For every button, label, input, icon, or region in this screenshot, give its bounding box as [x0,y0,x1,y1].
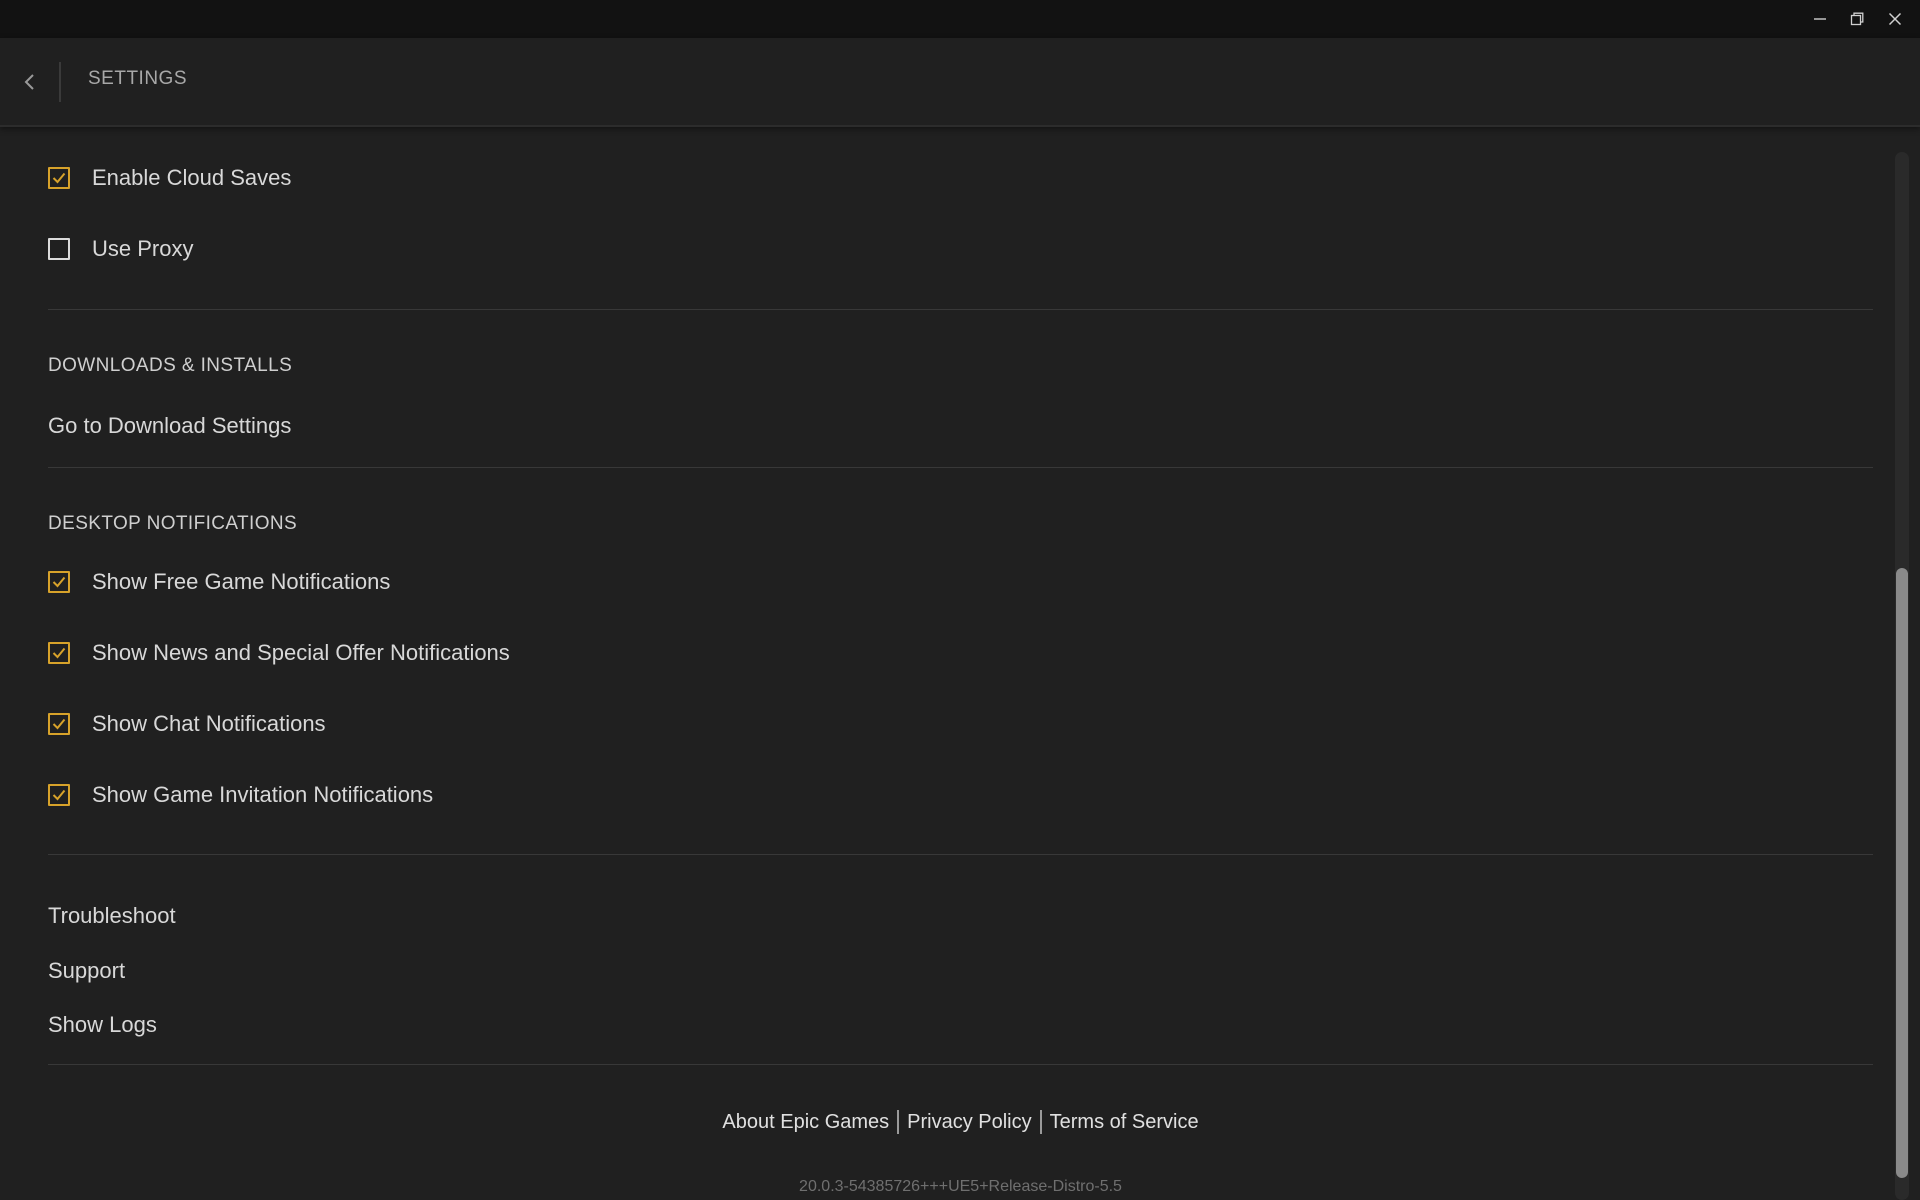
support-link[interactable]: Support [48,958,125,984]
show-logs-link[interactable]: Show Logs [48,1012,157,1038]
close-icon [1888,12,1902,26]
use-proxy-option[interactable]: Use Proxy [48,229,193,269]
news-offer-notifications-option[interactable]: Show News and Special Offer Notification… [48,633,510,673]
restore-button[interactable] [1838,0,1876,38]
close-button[interactable] [1876,0,1914,38]
restore-icon [1850,12,1864,26]
enable-cloud-saves-option[interactable]: Enable Cloud Saves [48,158,291,198]
footer-separator [1039,1110,1042,1134]
use-proxy-label: Use Proxy [92,236,194,261]
checkmark-icon [52,576,66,588]
checkmark-icon [52,789,66,801]
chevron-left-icon [24,74,34,90]
settings-content: Enable Cloud Saves Use Proxy DOWNLOADS &… [48,127,1873,1200]
scrollbar-thumb[interactable] [1896,568,1908,1178]
minimize-icon [1814,18,1826,20]
settings-header: SETTINGS [0,38,1920,127]
minimize-button[interactable] [1801,0,1839,38]
checkmark-icon [52,647,66,659]
checkmark-icon [52,172,66,184]
free-game-notifications-checkbox[interactable] [48,571,70,593]
enable-cloud-saves-checkbox[interactable] [48,167,70,189]
chat-notifications-checkbox[interactable] [48,713,70,735]
use-proxy-checkbox[interactable] [48,238,70,260]
chat-notifications-label: Show Chat Notifications [92,711,326,736]
about-epic-games-link[interactable]: About Epic Games [722,1111,889,1134]
downloads-section-title: DOWNLOADS & INSTALLS [48,355,293,376]
troubleshoot-link[interactable]: Troubleshoot [48,903,176,929]
terms-of-service-link[interactable]: Terms of Service [1050,1111,1199,1134]
checkmark-icon [52,718,66,730]
news-offer-notifications-label: Show News and Special Offer Notification… [92,640,510,665]
game-invitation-notifications-option[interactable]: Show Game Invitation Notifications [48,775,433,815]
section-divider [48,309,1873,310]
chat-notifications-option[interactable]: Show Chat Notifications [48,704,326,744]
privacy-policy-link[interactable]: Privacy Policy [907,1111,1031,1134]
game-invitation-notifications-label: Show Game Invitation Notifications [92,782,434,807]
footer-separator [897,1110,900,1134]
section-divider [48,854,1873,855]
free-game-notifications-label: Show Free Game Notifications [92,569,391,594]
notifications-section-title: DESKTOP NOTIFICATIONS [48,513,298,534]
footer-links: About Epic Games Privacy Policy Terms of… [48,1110,1873,1134]
news-offer-notifications-checkbox[interactable] [48,642,70,664]
page-title: SETTINGS [88,68,188,89]
game-invitation-notifications-checkbox[interactable] [48,784,70,806]
back-button[interactable] [14,66,46,98]
header-divider [59,62,61,102]
section-divider [48,1064,1873,1065]
go-to-download-settings-link[interactable]: Go to Download Settings [48,413,291,439]
window-titlebar [0,0,1920,38]
enable-cloud-saves-label: Enable Cloud Saves [92,165,292,190]
section-divider [48,467,1873,468]
free-game-notifications-option[interactable]: Show Free Game Notifications [48,562,390,602]
version-text: 20.0.3-54385726+++UE5+Release-Distro-5.5 [799,1178,1122,1195]
